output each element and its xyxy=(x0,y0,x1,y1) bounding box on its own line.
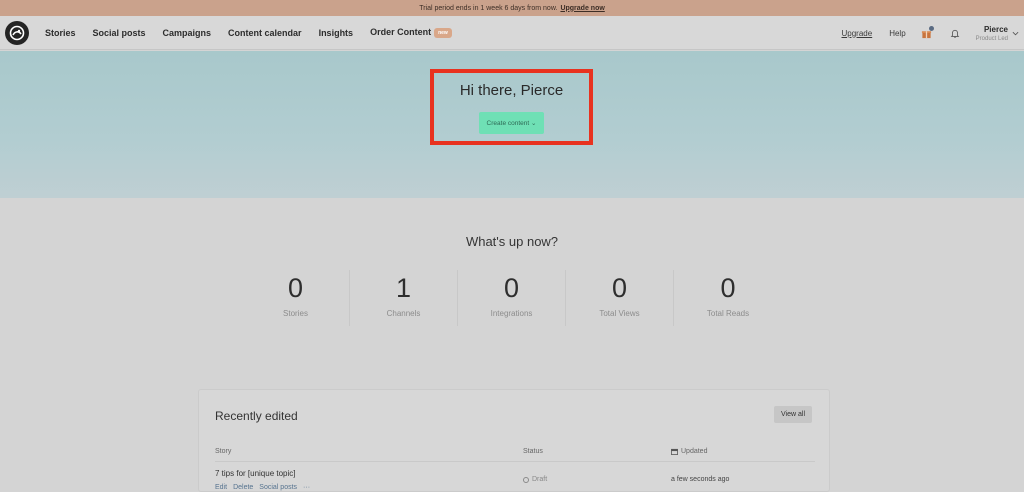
stat-label: Channels xyxy=(386,309,421,318)
column-header-updated-label: Updated xyxy=(681,448,708,455)
nav-insights[interactable]: Insights xyxy=(319,28,354,38)
column-header-story-label: Story xyxy=(215,448,232,455)
create-content-button[interactable]: Create content ⌄ xyxy=(478,112,545,134)
nav-stories[interactable]: Stories xyxy=(45,28,76,38)
user-menu[interactable]: Pierce Product Led xyxy=(976,25,1019,42)
stats-row: 0 Stories 1 Channels 0 Integrations 0 To… xyxy=(242,270,782,326)
column-header-updated: Updated xyxy=(671,448,707,455)
column-header-status-label: Status xyxy=(523,448,543,455)
recently-edited-title: Recently edited xyxy=(215,409,298,423)
bell-icon xyxy=(950,29,959,38)
stat-value: 0 xyxy=(720,273,736,303)
trial-message: Trial period ends in 1 week 6 days from … xyxy=(419,4,558,12)
recently-edited-card: Recently edited View all Story Status Up… xyxy=(198,389,830,492)
app-logo[interactable] xyxy=(5,20,29,45)
whats-up-title: What's up now? xyxy=(465,234,559,249)
delete-link[interactable]: Delete xyxy=(233,484,253,491)
stat-channels: 1 Channels xyxy=(350,270,458,326)
user-info: Pierce Product Led xyxy=(976,25,1008,42)
more-options-icon[interactable]: ··· xyxy=(303,484,310,491)
trial-banner: Trial period ends in 1 week 6 days from … xyxy=(0,0,1024,16)
stat-value: 1 xyxy=(395,273,412,303)
gift-button[interactable] xyxy=(920,26,934,40)
edit-link[interactable]: Edit xyxy=(215,484,227,491)
stat-label: Total Views xyxy=(599,309,640,318)
nav-social-posts[interactable]: Social posts xyxy=(93,28,146,38)
user-role: Product Led xyxy=(975,35,1008,42)
story-status: Draft xyxy=(523,476,547,483)
new-badge: new xyxy=(434,27,452,38)
social-posts-link[interactable]: Social posts xyxy=(259,484,297,491)
right-navigation: Upgrade Help Pierce Product Led xyxy=(842,16,1024,50)
nav-content-calendar[interactable]: Content calendar xyxy=(228,28,302,38)
stat-label: Total Reads xyxy=(706,309,750,318)
status-label: Draft xyxy=(532,476,548,483)
stat-label: Stories xyxy=(283,309,308,318)
highlight-box: Hi there, Pierce Create content ⌄ xyxy=(430,69,593,145)
status-circle-icon xyxy=(523,476,529,483)
nav-campaigns[interactable]: Campaigns xyxy=(163,28,212,38)
greeting-title: Hi there, Pierce xyxy=(459,82,564,99)
calendar-icon xyxy=(671,448,678,455)
column-header-status: Status xyxy=(523,448,543,455)
stat-label: Integrations xyxy=(490,309,533,318)
stat-total-reads: 0 Total Reads xyxy=(674,270,782,326)
chevron-down-icon xyxy=(1012,31,1019,35)
user-name: Pierce xyxy=(983,24,1008,34)
stat-total-views: 0 Total Views xyxy=(566,270,674,326)
nav-order-content[interactable]: Order Content new xyxy=(370,27,452,38)
stat-value: 0 xyxy=(287,273,304,303)
column-header-story: Story xyxy=(215,448,231,455)
stat-stories: 0 Stories xyxy=(242,270,350,326)
story-actions: Edit Delete Social posts ··· xyxy=(215,484,310,491)
story-updated: a few seconds ago xyxy=(671,476,730,483)
stat-integrations: 0 Integrations xyxy=(458,270,566,326)
notifications-button[interactable] xyxy=(948,26,962,40)
stat-value: 0 xyxy=(611,273,628,303)
hero-section: Hi there, Pierce Create content ⌄ xyxy=(0,51,1024,198)
logo-icon xyxy=(9,25,25,40)
view-all-button[interactable]: View all xyxy=(774,406,812,423)
story-title[interactable]: 7 tips for [unique topic] xyxy=(215,469,296,478)
upgrade-now-link[interactable]: Upgrade now xyxy=(560,5,604,12)
upgrade-link[interactable]: Upgrade xyxy=(842,29,873,38)
top-navigation: Stories Social posts Campaigns Content c… xyxy=(0,16,1024,50)
nav-order-content-label: Order Content xyxy=(370,27,432,38)
stat-value: 0 xyxy=(503,273,520,303)
notification-dot xyxy=(928,26,934,31)
row-divider xyxy=(215,461,815,462)
help-link[interactable]: Help xyxy=(889,29,905,38)
